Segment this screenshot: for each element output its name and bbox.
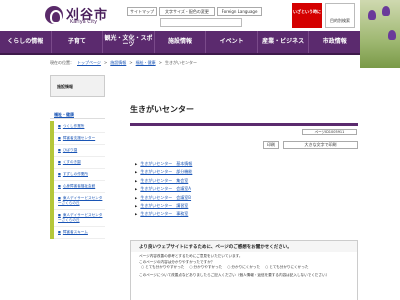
search-input[interactable] [160,18,242,27]
site-header: 刈谷市 Kariya City サイトマップ 文字サイズ・配色の変更 Forei… [0,0,400,31]
title-underline [130,123,358,126]
breadcrumb-facilities[interactable]: 施設情報 [110,60,126,66]
top-links: サイトマップ 文字サイズ・配色の変更 Foreign Language [127,7,264,16]
facility-link[interactable]: 生きがいセンター 会議室A [135,185,285,193]
emergency-button[interactable]: いざという時に [292,3,322,28]
page-title: 生きがいセンター [130,105,194,114]
sidebar-item[interactable]: すずしの作業所 [54,169,105,181]
breadcrumb-welfare[interactable]: 福祉・健康 [136,60,156,66]
facility-link[interactable]: 生きがいセンター 会議室B [135,194,285,202]
iris-flower-icon [368,10,376,20]
feedback-title: より良いウェブサイトにするために、ページのご感想をお聞かせください。 [139,245,292,250]
feedback-body: ページ内容改善の参考とするためにご意見をいただいています。 このページの内容は分… [131,252,357,300]
radio-option[interactable]: 分かりにくかった [227,265,260,270]
nav-business[interactable]: 産業・ビジネス [258,31,310,53]
breadcrumb-prefix: 現在の位置： [50,60,74,65]
radio-option[interactable]: とても分かりにくかった [265,265,308,270]
nav-facilities[interactable]: 施設情報 [155,31,207,53]
breadcrumb-current: 生きがいセンター [165,60,197,65]
font-color-settings-link[interactable]: 文字サイズ・配色の変更 [159,7,215,16]
sidebar-item[interactable]: 障害者支援センター [54,133,105,145]
sidebar-list: つくし作業所 障害者支援センター ひばり園 くすのき園 すずしの作業所 心身障害… [50,121,105,239]
nav-events[interactable]: イベント [206,31,258,53]
page-id: ページID1005911 [302,129,357,135]
sidebar-category[interactable]: 福祉・健康 [50,109,105,119]
foreign-language-link[interactable]: Foreign Language [217,7,262,16]
facility-link[interactable]: 生きがいセンター 事務室 [135,210,285,218]
feedback-intro: ページ内容改善の参考とするためにご意見をいただいています。 [139,254,243,258]
facility-link[interactable]: 生きがいセンター 部分機能 [135,168,285,176]
sidebar-item[interactable]: くすのき園 [54,157,105,169]
radio-option[interactable]: とても分かりやすかった [141,265,184,270]
feedback-question-2: このページについて改善点などありましたらご記入ください（個人情報・返信を要する内… [139,273,330,278]
site-subtitle: Kariya City [70,19,98,25]
sidebar-item[interactable]: 心身障害者福祉会館 [54,181,105,193]
feedback-form: より良いウェブサイトにするために、ページのご感想をお聞かせください。 ページ内容… [130,240,358,300]
nav-divider [0,53,360,55]
main-content: 生きがいセンター ページID1005911 印刷 大きな文字で印刷 生きがいセン… [130,104,358,216]
iris-decoration [360,0,400,68]
sidebar-item[interactable]: 東人デイサービスセンターさくらの丘 [54,193,105,210]
facility-link-list: 生きがいセンター 基本情報 生きがいセンター 部分機能 生きがいセンター 集会室… [135,160,285,219]
facility-link[interactable]: 生きがいセンター 基本情報 [135,160,285,168]
sidebar: 施設情報 福祉・健康 つくし作業所 障害者支援センター ひばり園 くすのき園 す… [50,75,105,300]
large-print-button[interactable]: 大きな文字で印刷 [283,141,358,149]
nav-city-admin[interactable]: 市政情報 [309,31,360,53]
sidebar-item[interactable]: ひばり園 [54,145,105,157]
sidebar-item[interactable]: 障害者スキーム [54,227,105,239]
nav-living[interactable]: くらしの情報 [0,31,52,53]
breadcrumb-home[interactable]: トップページ [77,60,101,66]
facility-link[interactable]: 生きがいセンター 講習室 [135,202,285,210]
purpose-search-button[interactable]: 目的別検索 [325,3,355,28]
nav-tourism-culture-sports[interactable]: 観光・文化・スポーツ [103,31,155,53]
city-logo-icon[interactable] [45,6,63,24]
print-button[interactable]: 印刷 [263,141,279,149]
global-nav: くらしの情報 子育て 観光・文化・スポーツ 施設情報 イベント 産業・ビジネス … [0,31,360,53]
facility-link[interactable]: 生きがいセンター 集会室 [135,177,285,185]
sidebar-item[interactable]: つくし作業所 [54,121,105,133]
sidebar-heading: 施設情報 [50,75,105,97]
radio-option[interactable]: 分かりやすかった [189,265,223,270]
sidebar-item[interactable]: 東人デイサービスセンターさくらの丘 [54,210,105,227]
sitemap-link[interactable]: サイトマップ [127,7,157,16]
iris-flower-icon [388,30,396,40]
breadcrumb: 現在の位置： トップページ > 施設情報 > 福祉・健康 > 生きがいセンター [50,60,197,66]
iris-flower-icon [382,6,390,16]
nav-childcare[interactable]: 子育て [52,31,104,53]
